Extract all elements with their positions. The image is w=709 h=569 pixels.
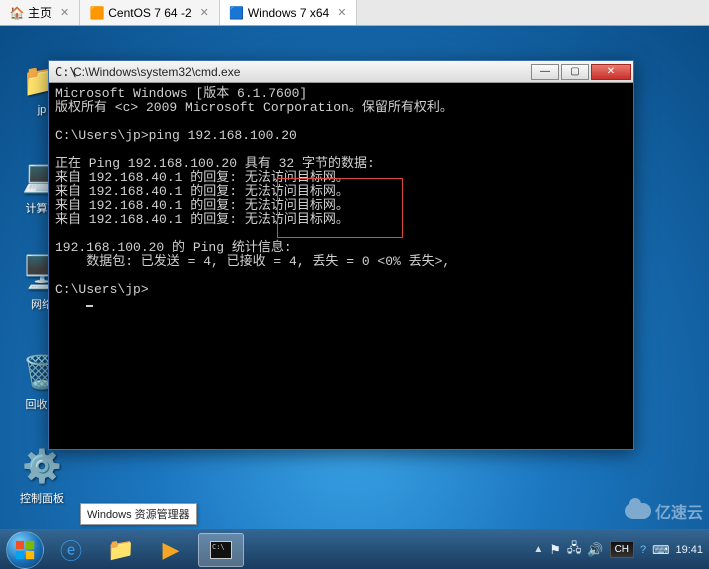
cmd-titlebar[interactable]: C:\ C:\Windows\system32\cmd.exe — ▢ ✕ — [49, 61, 633, 83]
taskbar-item-media[interactable]: ▶ — [148, 533, 194, 567]
maximize-button[interactable]: ▢ — [561, 64, 589, 80]
close-icon[interactable]: ✕ — [200, 6, 209, 19]
desktop-icon-label: 控制面板 — [12, 490, 72, 506]
home-icon: 🏠 — [10, 6, 24, 20]
system-tray: ▲ ⚑ 🖧 🔊 CH ? ⌨ 19:41 — [533, 539, 703, 561]
clock[interactable]: 19:41 — [675, 544, 703, 556]
vm-icon: 🟧 — [90, 6, 104, 20]
vm-tab-windows[interactable]: 🟦 Windows 7 x64 ✕ — [220, 0, 358, 25]
vm-tab-label: 主页 — [28, 4, 52, 21]
taskbar: ⓔ 📁 ▶ ▲ ⚑ 🖧 🔊 CH ? ⌨ 19:41 — [0, 529, 709, 569]
tray-keyboard-icon[interactable]: ⌨ — [652, 543, 669, 557]
clock-time: 19:41 — [675, 544, 703, 556]
tray-volume-icon[interactable]: 🔊 — [587, 542, 603, 558]
cmd-output[interactable]: Microsoft Windows [版本 6.1.7600] 版权所有 <c>… — [49, 83, 633, 449]
cmd-title: C:\Windows\system32\cmd.exe — [73, 65, 531, 79]
close-button[interactable]: ✕ — [591, 64, 631, 80]
minimize-button[interactable]: — — [531, 64, 559, 80]
window-controls: — ▢ ✕ — [531, 64, 631, 80]
taskbar-item-cmd[interactable] — [198, 533, 244, 567]
watermark: 亿速云 — [625, 499, 703, 523]
media-player-icon: ▶ — [163, 537, 180, 563]
cmd-window[interactable]: C:\ C:\Windows\system32\cmd.exe — ▢ ✕ Mi… — [48, 60, 634, 450]
cmd-icon — [210, 541, 232, 559]
tray-network-icon[interactable]: 🖧 — [567, 539, 582, 561]
cursor — [86, 305, 93, 307]
tray-expand-icon[interactable]: ▲ — [533, 544, 543, 555]
taskbar-item-ie[interactable]: ⓔ — [48, 533, 94, 567]
watermark-text: 亿速云 — [655, 499, 703, 523]
taskbar-tooltip: Windows 资源管理器 — [80, 503, 197, 525]
close-icon[interactable]: ✕ — [337, 6, 346, 19]
close-icon[interactable]: ✕ — [60, 6, 69, 19]
ie-icon: ⓔ — [60, 534, 82, 566]
ime-indicator[interactable]: CH — [610, 541, 634, 558]
cmd-titlebar-icon: C:\ — [55, 65, 69, 79]
tray-flag-icon[interactable]: ⚑ — [549, 542, 561, 558]
app-icon: ⚙️ — [22, 446, 62, 486]
tray-help-icon[interactable]: ? — [640, 544, 646, 556]
vm-tab-label: Windows 7 x64 — [248, 6, 329, 20]
start-button[interactable] — [6, 531, 44, 569]
vm-tab-bar: 🏠 主页 ✕ 🟧 CentOS 7 64 -2 ✕ 🟦 Windows 7 x6… — [0, 0, 709, 26]
desktop-icon[interactable]: ⚙️ 控制面板 — [12, 446, 72, 506]
windows-logo-icon — [14, 539, 36, 561]
vm-tab-home[interactable]: 🏠 主页 ✕ — [0, 0, 80, 25]
vm-tab-centos[interactable]: 🟧 CentOS 7 64 -2 ✕ — [80, 0, 220, 25]
vm-tab-label: CentOS 7 64 -2 — [108, 6, 191, 20]
vm-icon: 🟦 — [230, 6, 244, 20]
highlight-box — [277, 178, 403, 238]
cloud-icon — [625, 503, 651, 519]
folder-icon: 📁 — [107, 537, 134, 563]
taskbar-item-explorer[interactable]: 📁 — [98, 533, 144, 567]
